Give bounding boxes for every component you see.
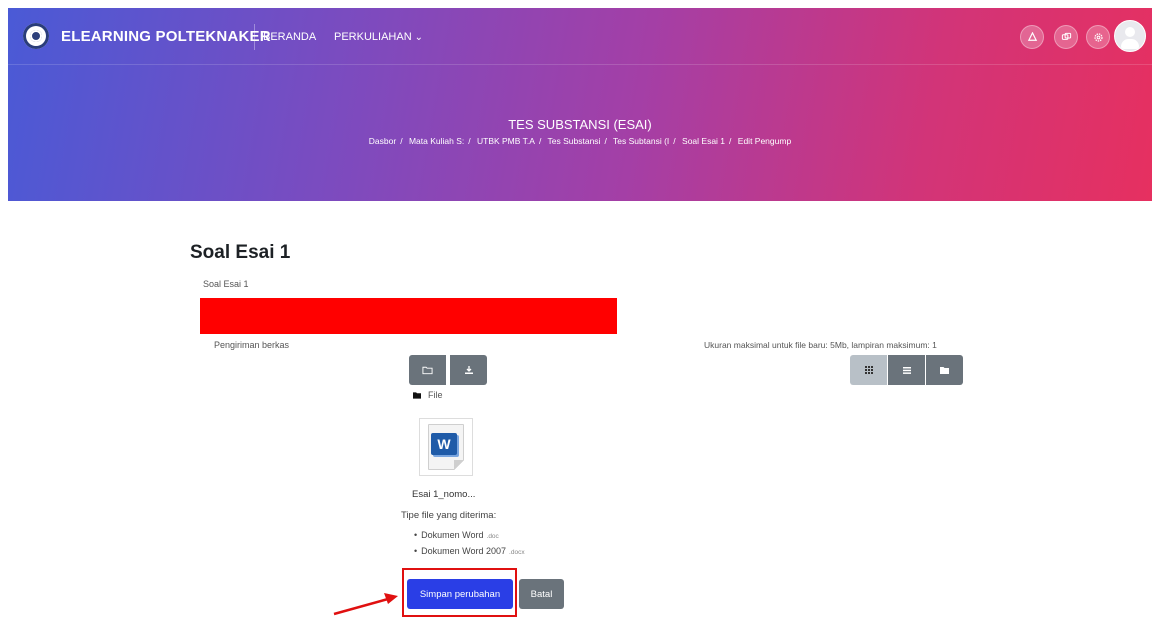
breadcrumb-item[interactable]: Tes Subtansi (I — [613, 136, 669, 146]
breadcrumb-item[interactable]: UTBK PMB T.A — [477, 136, 535, 146]
view-grid-button[interactable] — [850, 355, 887, 385]
file-submission-label: Pengiriman berkas — [214, 340, 290, 350]
view-list-button[interactable] — [888, 355, 925, 385]
section-heading: Soal Esai 1 — [190, 242, 291, 263]
notification-button[interactable] — [1020, 25, 1044, 49]
messages-icon — [1061, 32, 1071, 40]
breadcrumb-item[interactable]: Soal Esai 1 — [682, 136, 725, 146]
folder-icon — [413, 391, 421, 399]
breadcrumb-item: Edit Pengump — [737, 136, 792, 146]
breadcrumb-item[interactable]: Tes Substansi — [548, 136, 601, 146]
annotation-arrow-icon — [333, 593, 398, 616]
site-brand[interactable]: ELEARNING POLTEKNAKER — [61, 28, 271, 45]
breadcrumb: Dasbor / Mata Kuliah S: / UTBK PMB T.A / Te… — [368, 136, 792, 146]
download-icon — [464, 366, 473, 374]
accepted-types-list: Dokumen Word.doc Dokumen Word 2007.docx — [414, 530, 525, 562]
page-header-banner: ELEARNING POLTEKNAKER BERANDA PERKULIAHA… — [8, 8, 1152, 201]
folder-label: File — [428, 390, 443, 400]
download-all-button[interactable] — [450, 355, 487, 385]
word-document-icon: W — [428, 424, 464, 470]
list-item: Dokumen Word.doc — [414, 530, 525, 546]
breadcrumb-item[interactable]: Mata Kuliah S: — [409, 136, 464, 146]
cancel-button[interactable]: Batal — [519, 579, 564, 609]
chevron-down-icon: ⌄ — [414, 32, 424, 43]
add-file-button[interactable] — [409, 355, 446, 385]
accepted-types-title: Tipe file yang diterima: — [401, 510, 497, 521]
settings-icon — [1093, 32, 1103, 42]
nav-divider — [254, 24, 255, 50]
nav-item-beranda[interactable]: BERANDA — [263, 31, 316, 43]
list-icon — [902, 366, 911, 374]
page-title: TES SUBSTANSI (ESAI) — [508, 117, 652, 132]
site-logo[interactable] — [23, 23, 49, 49]
nav-item-perkuliahan[interactable]: PERKULIAHAN ⌄ — [334, 31, 423, 43]
folder-path[interactable]: File — [413, 390, 443, 400]
redacted-question-text — [200, 298, 617, 334]
word-logo-icon: W — [431, 433, 457, 455]
file-name[interactable]: Esai 1_nomo... — [412, 489, 475, 500]
nav-item-label: PERKULIAHAN — [334, 31, 412, 43]
messages-button[interactable] — [1054, 25, 1078, 49]
annotation-highlight-box — [402, 568, 517, 617]
file-thumbnail[interactable]: W — [419, 418, 473, 476]
max-file-info: Ukuran maksimal untuk file baru: 5Mb, la… — [704, 340, 937, 350]
grid-icon — [864, 366, 873, 374]
list-item: Dokumen Word 2007.docx — [414, 546, 524, 562]
avatar[interactable] — [1114, 20, 1146, 52]
folder-open-icon — [422, 366, 433, 375]
question-label: Soal Esai 1 — [203, 279, 249, 289]
settings-button[interactable] — [1086, 25, 1110, 49]
breadcrumb-item[interactable]: Dasbor — [369, 136, 396, 146]
notification-icon — [1027, 31, 1037, 41]
navbar: ELEARNING POLTEKNAKER BERANDA PERKULIAHA… — [8, 8, 1152, 65]
view-tree-button[interactable] — [926, 355, 963, 385]
folder-icon — [940, 366, 949, 374]
